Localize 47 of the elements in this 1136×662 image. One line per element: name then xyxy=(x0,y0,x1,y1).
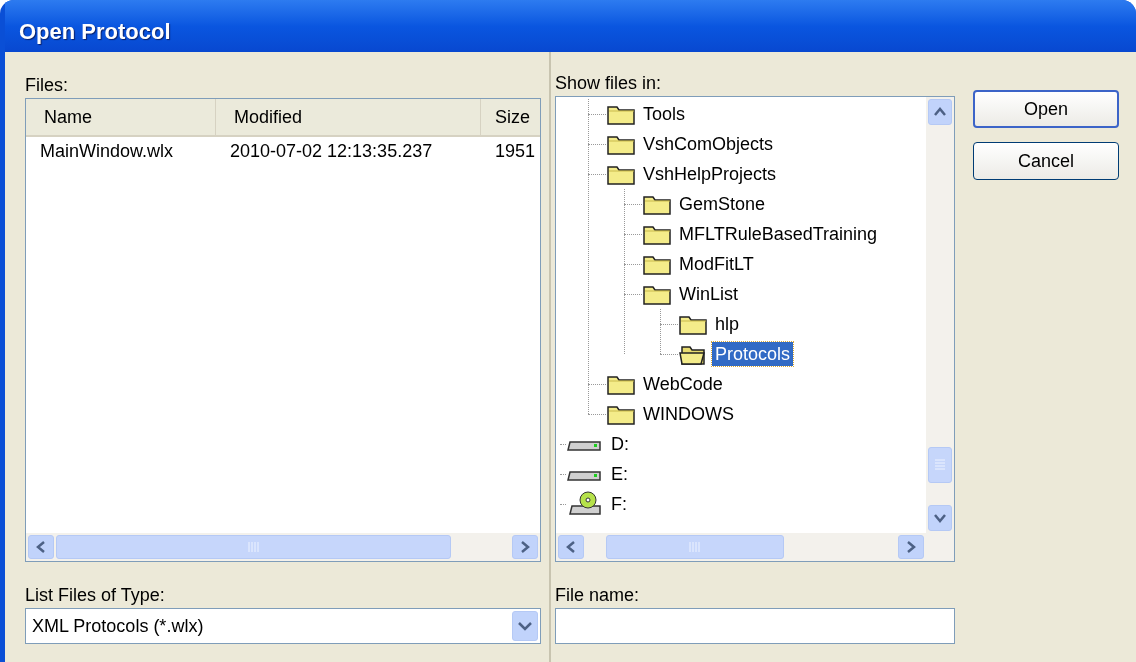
tree-item[interactable]: MFLTRuleBasedTraining xyxy=(676,222,881,246)
files-label: Files: xyxy=(25,74,69,96)
scroll-right-button[interactable] xyxy=(512,535,538,559)
tree-item[interactable]: ModFitLT xyxy=(676,252,757,276)
scroll-up-button[interactable] xyxy=(928,99,952,125)
table-cell-text: 1951 xyxy=(494,139,537,163)
horizontal-scrollbar[interactable] xyxy=(556,533,954,561)
window-title: Open Protocol xyxy=(19,18,171,46)
tree-item[interactable]: Protocols xyxy=(712,342,794,366)
file-list[interactable]: Name Modified Size MainWindow.wlx 2010-07-02 12:13:35.237 1951 xyxy=(25,98,541,562)
file-name-label: File name: xyxy=(555,584,641,606)
dialog-button[interactable]: Cancel xyxy=(973,142,1119,180)
file-name-field[interactable] xyxy=(555,608,955,644)
column-header[interactable]: Size xyxy=(481,99,540,135)
tree-item[interactable]: D: xyxy=(608,432,632,456)
tree-item[interactable]: Tools xyxy=(640,102,689,126)
cd-drive-icon xyxy=(566,490,604,518)
tree-item[interactable]: WINDOWS xyxy=(640,402,737,426)
tree-item[interactable]: E: xyxy=(608,462,631,486)
column-header[interactable]: Name xyxy=(26,99,216,135)
tree-item[interactable]: hlp xyxy=(712,312,743,336)
scroll-thumb[interactable] xyxy=(606,535,784,559)
scroll-thumb[interactable] xyxy=(56,535,451,559)
scroll-down-button[interactable] xyxy=(928,505,952,531)
dropdown-button[interactable] xyxy=(512,611,538,641)
file-type-label: List Files of Type: xyxy=(25,584,166,606)
tree-item[interactable]: WinList xyxy=(676,282,741,306)
tree-item[interactable]: WebCode xyxy=(640,372,726,396)
tree-item[interactable]: GemStone xyxy=(676,192,769,216)
scroll-right-button[interactable] xyxy=(898,535,924,559)
tree-item[interactable]: VshHelpProjects xyxy=(640,162,780,186)
vertical-scrollbar[interactable] xyxy=(926,97,954,533)
folders-label: Show files in: xyxy=(555,72,663,94)
scroll-thumb[interactable] xyxy=(928,447,952,483)
table-cell-text: MainWindow.wlx xyxy=(39,139,175,163)
folder-tree[interactable]: Tools VshComObjects VshHelpProjects GemStone MFLTRuleBasedTraining ModFitLT WinList hlp Protocols WebCode WINDOWS D: E: F: xyxy=(555,96,955,562)
tree-item[interactable]: VshComObjects xyxy=(640,132,777,156)
file-type-value: XML Protocols (*.wlx) xyxy=(32,614,205,638)
dialog-button[interactable]: Open xyxy=(973,90,1119,128)
caret-icon xyxy=(518,621,532,631)
horizontal-scrollbar[interactable] xyxy=(26,533,540,561)
table-cell-text: 2010-07-02 12:13:35.237 xyxy=(229,139,434,163)
column-header[interactable]: Modified xyxy=(216,99,481,135)
tree-item[interactable]: F: xyxy=(608,492,630,516)
scroll-left-button[interactable] xyxy=(558,535,584,559)
file-type-dropdown[interactable]: XML Protocols (*.wlx) xyxy=(25,608,541,644)
scroll-left-button[interactable] xyxy=(28,535,54,559)
